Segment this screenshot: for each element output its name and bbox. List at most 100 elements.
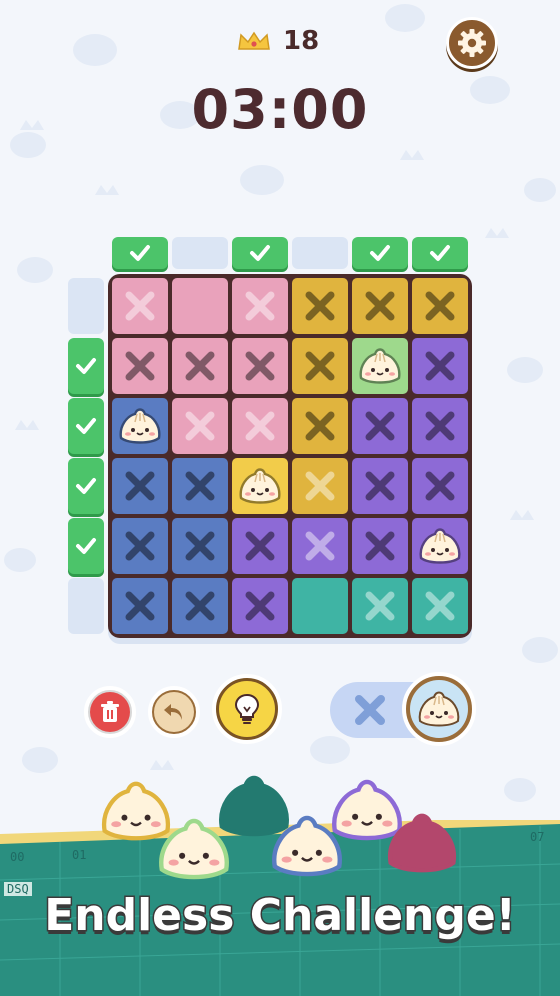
- endless-challenge-banner: Endless Challenge!: [43, 889, 518, 943]
- board-cell[interactable]: [292, 398, 348, 454]
- x-mark-icon: [365, 471, 395, 501]
- board-cell[interactable]: [232, 518, 288, 574]
- board-cell[interactable]: [112, 278, 168, 334]
- hint-button[interactable]: [212, 674, 282, 744]
- board-cell[interactable]: [412, 458, 468, 514]
- board-cell[interactable]: [232, 278, 288, 334]
- board-cell[interactable]: [172, 458, 228, 514]
- x-mark-icon: [185, 351, 215, 381]
- board-cell[interactable]: [172, 518, 228, 574]
- board-cell[interactable]: [232, 578, 288, 634]
- x-mark-icon: [365, 591, 395, 621]
- board-cell[interactable]: [172, 398, 228, 454]
- x-mark-icon: [185, 411, 215, 441]
- board-cell[interactable]: [172, 338, 228, 394]
- check-icon: [430, 245, 450, 261]
- column-indicator: [412, 237, 468, 269]
- x-mark-mode-icon[interactable]: [348, 688, 392, 732]
- board-cell[interactable]: [292, 518, 348, 574]
- board-cell[interactable]: [232, 458, 288, 514]
- board-cell[interactable]: [112, 578, 168, 634]
- x-mark-icon: [425, 591, 455, 621]
- dumpling-icon: [359, 348, 401, 384]
- board-cell[interactable]: [412, 278, 468, 334]
- board-cell[interactable]: [112, 398, 168, 454]
- x-mark-icon: [305, 471, 335, 501]
- check-icon: [76, 418, 96, 434]
- row-indicator: [68, 338, 104, 394]
- check-icon: [130, 245, 150, 261]
- board-cell[interactable]: [112, 338, 168, 394]
- board-cell[interactable]: [292, 578, 348, 634]
- check-icon: [76, 538, 96, 554]
- board-cell[interactable]: [352, 578, 408, 634]
- x-mark-icon: [125, 531, 155, 561]
- settings-button[interactable]: [446, 17, 498, 69]
- dumpling-mascot: [332, 779, 402, 841]
- dumpling-icon: [418, 691, 460, 727]
- board-cell[interactable]: [352, 458, 408, 514]
- column-indicator: [112, 237, 168, 269]
- board-cell[interactable]: [352, 398, 408, 454]
- board-cell[interactable]: [352, 338, 408, 394]
- board-cell[interactable]: [412, 578, 468, 634]
- crown-icon: [237, 31, 271, 53]
- x-mark-icon: [245, 411, 275, 441]
- x-mark-icon: [425, 351, 455, 381]
- check-icon: [76, 358, 96, 374]
- board-cell[interactable]: [172, 278, 228, 334]
- board-cell[interactable]: [232, 338, 288, 394]
- board-cell[interactable]: [292, 458, 348, 514]
- undo-button[interactable]: [148, 686, 200, 738]
- board-cell[interactable]: [412, 398, 468, 454]
- x-mark-icon: [425, 411, 455, 441]
- column-indicator: [292, 237, 348, 269]
- board-cell[interactable]: [292, 338, 348, 394]
- x-mark-icon: [425, 291, 455, 321]
- x-mark-icon: [305, 351, 335, 381]
- gear-icon: [458, 29, 486, 57]
- check-icon: [370, 245, 390, 261]
- row-indicator: [68, 458, 104, 514]
- x-mark-icon: [185, 471, 215, 501]
- x-mark-icon: [425, 471, 455, 501]
- x-mark-icon: [305, 411, 335, 441]
- dumpling-icon: [239, 468, 281, 504]
- row-indicator: [68, 518, 104, 574]
- dumpling-mode-button[interactable]: [402, 672, 476, 746]
- x-mark-icon: [365, 411, 395, 441]
- x-mark-icon: [365, 531, 395, 561]
- board-cell[interactable]: [172, 578, 228, 634]
- board-cell[interactable]: [352, 518, 408, 574]
- dumpling-icon: [119, 408, 161, 444]
- board-cell[interactable]: [112, 518, 168, 574]
- column-indicator: [172, 237, 228, 269]
- x-mark-icon: [125, 591, 155, 621]
- x-mark-icon: [125, 291, 155, 321]
- delete-button[interactable]: [84, 686, 136, 738]
- board-cell[interactable]: [352, 278, 408, 334]
- mascot-group: [101, 775, 457, 880]
- x-mark-icon: [305, 531, 335, 561]
- board-cell[interactable]: [292, 278, 348, 334]
- row-indicator: [68, 278, 104, 334]
- board-cell[interactable]: [412, 338, 468, 394]
- x-mark-icon: [245, 351, 275, 381]
- puzzle-board: [108, 274, 472, 638]
- x-mark-icon: [245, 591, 275, 621]
- row-indicator: [68, 578, 104, 634]
- board-cell[interactable]: [232, 398, 288, 454]
- board-cell[interactable]: [112, 458, 168, 514]
- countdown-timer: 03:00: [191, 78, 369, 141]
- check-icon: [250, 245, 270, 261]
- x-mark-icon: [245, 291, 275, 321]
- row-indicator: [68, 398, 104, 454]
- board-cell[interactable]: [412, 518, 468, 574]
- column-indicator: [352, 237, 408, 269]
- trash-icon: [101, 701, 119, 722]
- dumpling-mascot: [219, 775, 289, 837]
- lightbulb-icon: [234, 693, 260, 724]
- x-mark-icon: [185, 591, 215, 621]
- dumpling-mascot: [101, 781, 171, 841]
- dumpling-mascot: [159, 818, 229, 880]
